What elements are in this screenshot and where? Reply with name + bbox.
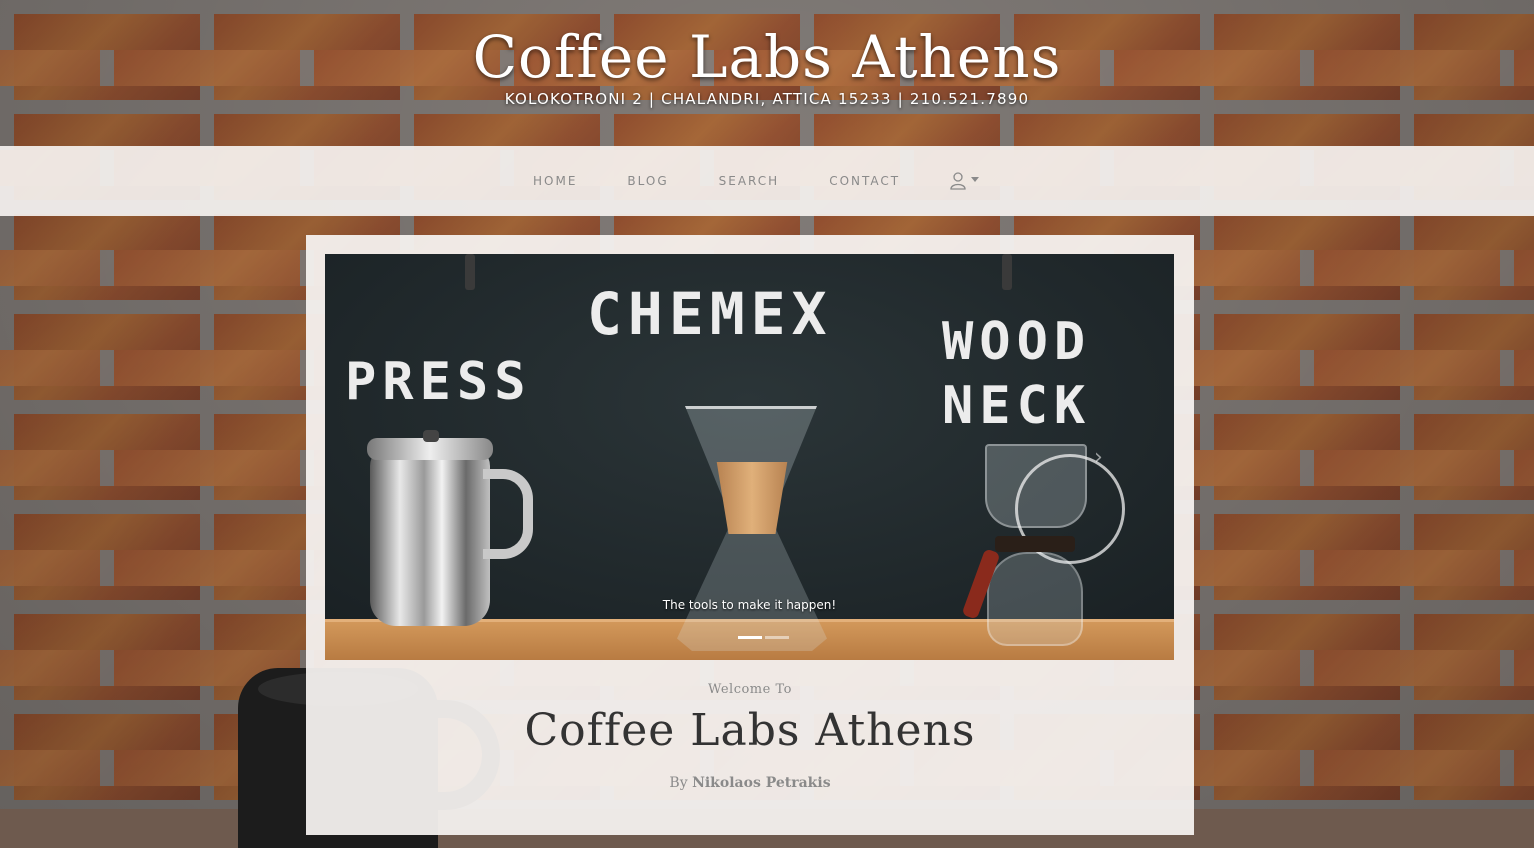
chevron-right-icon[interactable]: › [1094, 446, 1118, 470]
nav-item-contact[interactable]: CONTACT [804, 174, 925, 188]
main-navbar: HOME BLOG SEARCH CONTACT [0, 146, 1534, 216]
board-hook [1002, 254, 1012, 290]
french-press-handle [483, 469, 533, 559]
nav-list: HOME BLOG SEARCH CONTACT [508, 146, 1004, 216]
welcome-title: Coffee Labs Athens [524, 705, 976, 756]
author-byline: By Nikolaos Petrakis [306, 775, 1194, 791]
site-header: Coffee Labs Athens KOLOKOTRONI 2 | CHALA… [0, 0, 1534, 146]
image-carousel[interactable]: CHEMEX PRESS WOOD NECK › The tools to ma… [325, 254, 1174, 660]
carousel-caption: The tools to make it happen! [662, 598, 837, 612]
board-word-chemex: CHEMEX [587, 280, 833, 348]
content-card: CHEMEX PRESS WOOD NECK › The tools to ma… [306, 235, 1194, 835]
carousel-indicator-1[interactable] [738, 636, 762, 639]
welcome-label: Welcome To [708, 682, 792, 697]
woodneck-band [995, 536, 1075, 552]
carousel-indicator-2[interactable] [765, 636, 789, 639]
carousel-indicators [738, 636, 789, 639]
board-word-neck: NECK [942, 376, 1092, 436]
nav-item-search[interactable]: SEARCH [694, 174, 805, 188]
french-press-knob [423, 430, 439, 442]
nav-item-home[interactable]: HOME [508, 174, 602, 188]
user-icon [950, 172, 966, 190]
site-address: KOLOKOTRONI 2 | CHALANDRI, ATTICA 15233 … [504, 90, 1030, 108]
board-hook [465, 254, 475, 290]
caret-down-icon [971, 176, 980, 182]
board-word-wood: WOOD [942, 312, 1092, 372]
byline-author[interactable]: Nikolaos Petrakis [692, 775, 831, 791]
user-menu-dropdown[interactable] [925, 172, 1004, 190]
nav-item-blog[interactable]: BLOG [602, 174, 693, 188]
byline-prefix: By [669, 775, 688, 791]
board-word-press: PRESS [345, 352, 532, 412]
site-title[interactable]: Coffee Labs Athens [0, 22, 1534, 92]
